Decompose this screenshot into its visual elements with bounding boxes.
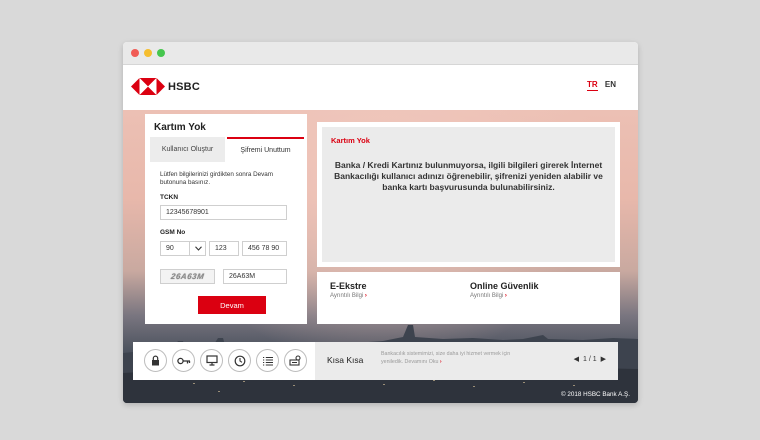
news-text[interactable]: Bankacılık sistemimizi, size daha iyi hi…	[381, 350, 531, 366]
info-text: Banka / Kredi Kartınız bulunmuyorsa, ilg…	[334, 160, 603, 192]
news-text-content: Bankacılık sistemimizi, size daha iyi hi…	[381, 351, 511, 365]
hsbc-logo[interactable]: HSBC	[131, 78, 200, 95]
site-header: HSBC TR EN	[123, 65, 638, 110]
language-tr[interactable]: TR	[586, 80, 598, 91]
gsm-label: GSM No	[160, 229, 186, 236]
browser-window: HSBC TR EN Kartım Yok Kullanıcı Oluştur …	[123, 42, 638, 403]
hexagon-logo-icon	[131, 78, 165, 95]
captcha-image-text: 26A63M	[170, 272, 205, 281]
brand-name: HSBC	[168, 80, 200, 93]
gsm-country-value: 90	[166, 245, 174, 252]
continue-button[interactable]: Devam	[198, 296, 266, 314]
login-instructions: Lütfen bilgilerinizi girdikten sonra Dev…	[160, 171, 274, 186]
maximize-window-button[interactable]	[157, 49, 165, 57]
shortcut-lock-button[interactable]	[144, 349, 167, 372]
keypad-icon	[289, 355, 301, 366]
captcha-image: 26A63M	[160, 269, 215, 284]
news-pager: ◀ 1 / 1 ▶	[574, 355, 606, 364]
tab-forgot-password[interactable]: Şifremi Unuttum	[227, 137, 304, 162]
language-switcher: TR EN	[582, 80, 616, 91]
link-online-security[interactable]: Online Güvenlik Ayrıntılı Bilgi ›	[470, 281, 539, 299]
login-panel: Kartım Yok Kullanıcı Oluştur Şifremi Unu…	[145, 114, 307, 324]
link-online-security-title: Online Güvenlik	[470, 281, 539, 291]
shortcut-monitor-button[interactable]	[200, 349, 223, 372]
link-e-statement-title: E-Ekstre	[330, 281, 367, 291]
previous-arrow-icon[interactable]: ◀	[574, 355, 579, 363]
login-tabs: Kullanıcı Oluştur Şifremi Unuttum	[145, 137, 307, 162]
captcha-input[interactable]: 26A63M	[223, 269, 287, 284]
monitor-icon	[205, 355, 218, 366]
shortcut-keypad-button[interactable]	[284, 349, 307, 372]
tckn-label: TCKN	[160, 194, 179, 201]
chevron-right-icon: ›	[364, 293, 367, 299]
info-title: Kartım Yok	[331, 136, 370, 145]
info-panel: Kartım Yok Banka / Kredi Kartınız bulunm…	[317, 122, 620, 267]
shortcut-bar: Kısa Kısa Bankacılık sistemimizi, size d…	[133, 342, 618, 380]
language-en[interactable]: EN	[605, 80, 616, 89]
link-e-statement[interactable]: E-Ekstre Ayrıntılı Bilgi ›	[330, 281, 367, 299]
chevron-right-icon: ›	[439, 359, 442, 365]
link-e-statement-detail-label: Ayrıntılı Bilgi	[330, 293, 364, 299]
lock-icon	[152, 355, 159, 366]
gsm-country-select[interactable]: 90	[160, 241, 206, 256]
link-online-security-detail[interactable]: Ayrıntılı Bilgi ›	[470, 293, 539, 299]
gsm-area-input[interactable]: 123	[209, 241, 239, 256]
login-panel-title: Kartım Yok	[154, 122, 206, 133]
minimize-window-button[interactable]	[144, 49, 152, 57]
shortcut-key-button[interactable]	[172, 349, 195, 372]
link-e-statement-detail[interactable]: Ayrıntılı Bilgi ›	[330, 293, 367, 299]
news-title: Kısa Kısa	[327, 355, 364, 365]
close-window-button[interactable]	[131, 49, 139, 57]
copyright-text: © 2018 HSBC Bank A.Ş.	[560, 391, 630, 398]
gsm-number-input[interactable]: 456 78 90	[242, 241, 287, 256]
tab-create-user[interactable]: Kullanıcı Oluştur	[150, 137, 225, 162]
chevron-right-icon: ›	[504, 293, 507, 299]
links-panel: E-Ekstre Ayrıntılı Bilgi › Online Güvenl…	[317, 272, 620, 324]
chevron-down-icon	[189, 242, 202, 255]
clock-icon	[234, 355, 245, 366]
info-panel-body: Kartım Yok Banka / Kredi Kartınız bulunm…	[322, 127, 615, 262]
news-page-indicator: 1 / 1	[582, 355, 597, 363]
tckn-input[interactable]: 12345678901	[160, 205, 287, 220]
next-arrow-icon[interactable]: ▶	[601, 355, 606, 363]
window-titlebar	[123, 42, 638, 65]
link-online-security-detail-label: Ayrıntılı Bilgi	[470, 293, 504, 299]
shortcut-list-button[interactable]	[256, 349, 279, 372]
key-icon	[176, 357, 190, 364]
news-ticker: Kısa Kısa Bankacılık sistemimizi, size d…	[315, 342, 618, 380]
list-icon	[262, 356, 273, 366]
shortcut-clock-button[interactable]	[228, 349, 251, 372]
